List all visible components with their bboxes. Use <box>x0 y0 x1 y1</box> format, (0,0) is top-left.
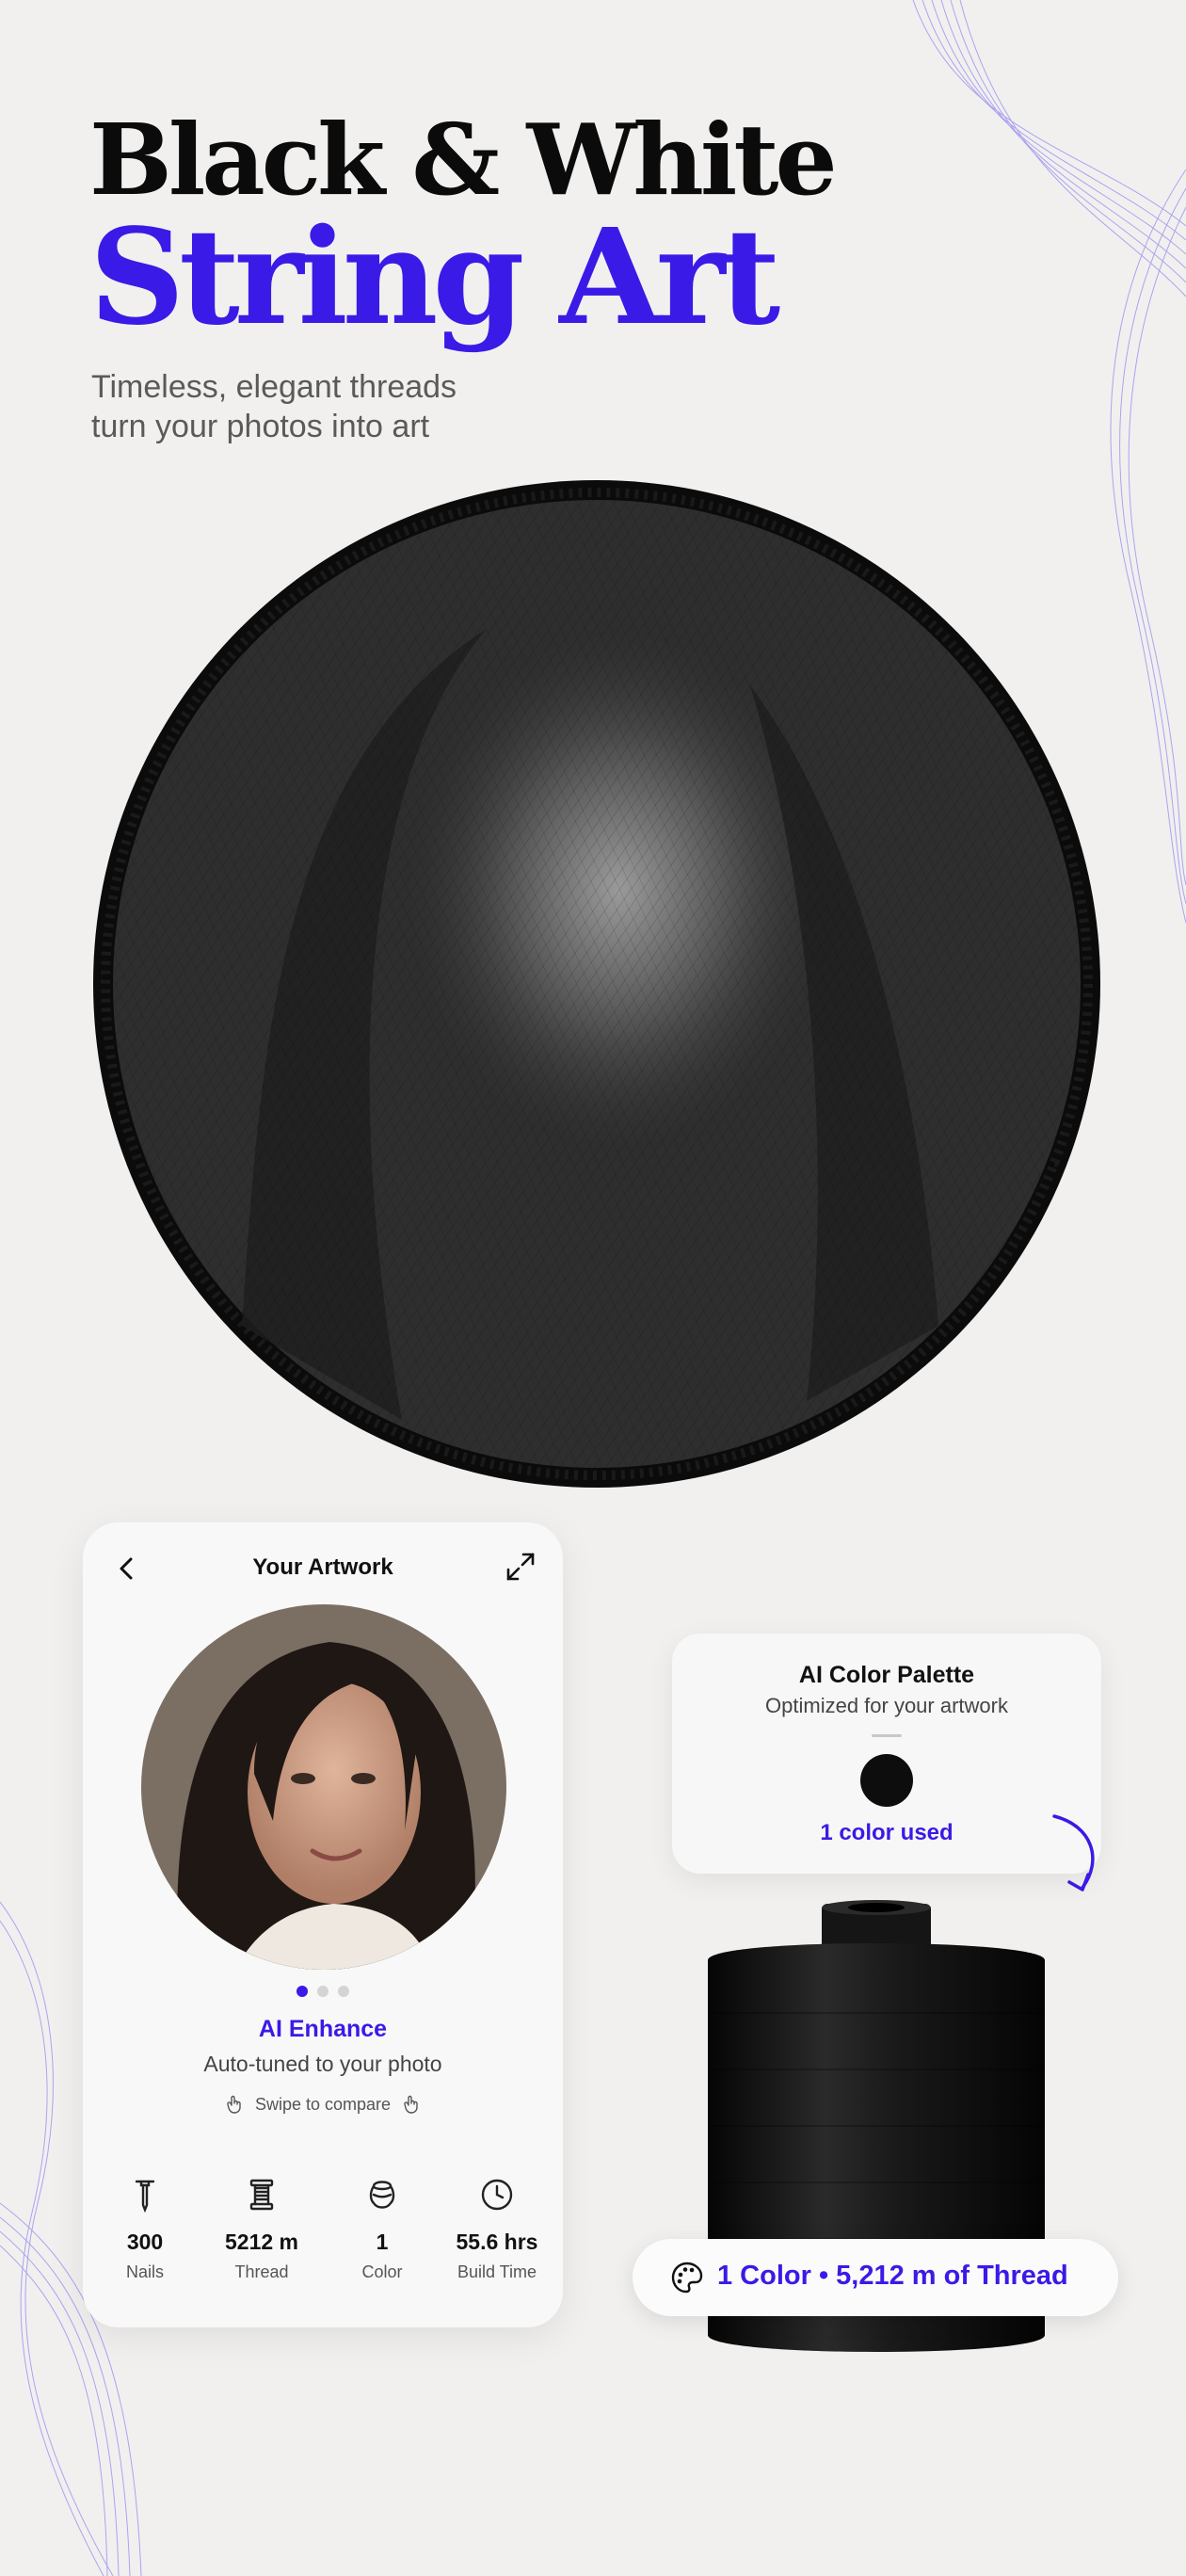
thread-summary-pill: 1 Color • 5,212 m of Thread <box>633 2239 1118 2316</box>
stat-thread: 5212 m Thread <box>201 2177 322 2282</box>
stat-build-time-label: Build Time <box>457 2262 537 2281</box>
subtitle-line-2: turn your photos into art <box>91 409 430 444</box>
hand-pointer-icon <box>404 2095 418 2114</box>
headline-line-2: String Art <box>89 201 780 355</box>
stat-nails: 300 Nails <box>85 2177 205 2282</box>
carousel-dot-1[interactable] <box>296 1986 308 1997</box>
stat-thread-value: 5212 m <box>224 2230 298 2254</box>
string-art-portrait <box>91 478 1102 1489</box>
subtitle-line-1: Timeless, elegant threads <box>91 369 457 405</box>
carousel-dot-2[interactable] <box>317 1986 329 1997</box>
phone-title: Your Artwork <box>252 1554 393 1580</box>
nail-icon <box>135 2180 155 2213</box>
palette-subtitle: Optimized for your artwork <box>765 1694 1008 1717</box>
carousel-dots[interactable] <box>83 1986 563 1997</box>
hero-subtitle: Timeless, elegant threads turn your phot… <box>91 367 457 446</box>
clock-icon <box>481 2179 513 2211</box>
ai-enhance-label[interactable]: AI Enhance <box>83 2016 563 2043</box>
hand-pointer-icon <box>227 2095 241 2114</box>
stat-build-time: 55.6 hrs Build Time <box>437 2177 557 2282</box>
stat-thread-label: Thread <box>234 2262 289 2281</box>
headline-line-1: Black & White <box>89 102 838 217</box>
palette-color-count: 1 color used <box>820 1820 954 1845</box>
stat-color-value: 1 <box>376 2230 389 2254</box>
palette-divider <box>872 1734 902 1737</box>
palette-icon <box>671 2262 703 2294</box>
curved-arrow-icon <box>1052 1814 1095 1892</box>
stat-build-time-value: 55.6 hrs <box>456 2230 538 2254</box>
stat-nails-value: 300 <box>126 2230 164 2254</box>
palette-title: AI Color Palette <box>798 1662 975 1688</box>
stat-nails-label: Nails <box>125 2262 164 2281</box>
color-icon <box>369 2181 395 2209</box>
swipe-hint: Swipe to compare <box>83 2095 563 2115</box>
source-photo <box>141 1604 506 1970</box>
phone-header: Your Artwork <box>83 1522 563 1607</box>
carousel-dot-3[interactable] <box>338 1986 349 1997</box>
swipe-hint-text: Swipe to compare <box>254 2095 392 2114</box>
artwork-phone-card: Your Artwork AI Enhance Auto-tuned to yo… <box>83 1522 563 2327</box>
stat-color-label: Color <box>361 2262 403 2281</box>
thread-spool-icon <box>249 2179 274 2211</box>
ai-color-palette-card: AI Color Palette Optimized for your artw… <box>672 1634 1101 1874</box>
stat-color: 1 Color <box>322 2177 442 2282</box>
color-swatch[interactable] <box>860 1754 913 1807</box>
artwork-stats: 300 Nails 5212 m Thread 1 Color 55.6 hrs… <box>83 2177 563 2299</box>
expand-icon[interactable] <box>505 1551 537 1583</box>
ai-enhance-subtitle: Auto-tuned to your photo <box>203 2052 442 2076</box>
thread-summary-text: 1 Color • 5,212 m of Thread <box>717 2261 1068 2291</box>
